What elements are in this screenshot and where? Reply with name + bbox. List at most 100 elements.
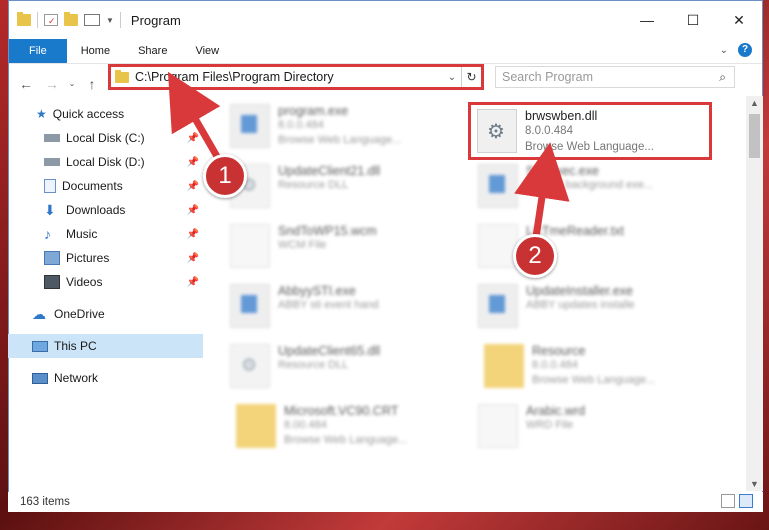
- minimize-button[interactable]: —: [624, 1, 670, 39]
- file-item[interactable]: SchExec.exe ABBYY background exe...: [478, 164, 708, 220]
- search-placeholder: Search Program: [502, 70, 594, 84]
- sidebar-item-label: Documents: [62, 179, 123, 193]
- search-input[interactable]: Search Program ⌕: [495, 66, 735, 88]
- downloads-icon: ⬇: [44, 201, 56, 218]
- file-name: brwswben.dll: [525, 109, 598, 123]
- maximize-button[interactable]: ☐: [670, 1, 716, 39]
- text-file-icon: [478, 224, 518, 268]
- pin-icon[interactable]: 📌: [187, 229, 199, 240]
- address-bar[interactable]: C:\Program Files\Program Directory ⌄ ↻: [108, 64, 484, 90]
- qa-dropdown-icon[interactable]: ▼: [106, 16, 114, 25]
- status-bar: 163 items: [8, 492, 763, 512]
- file-item[interactable]: program.exe 8.0.0.484 Browse Web Language.…: [230, 104, 460, 160]
- sidebar-item-label: This PC: [54, 339, 97, 353]
- file-item[interactable]: Microsoft.VC90.CRT 8.00.484 Browse Web Lan…: [230, 404, 460, 460]
- sidebar-item-label: Downloads: [66, 203, 126, 217]
- sidebar-item-label: Pictures: [66, 251, 110, 265]
- file-version: 8.0.0.484: [525, 125, 573, 137]
- exe-file-icon: [478, 164, 518, 208]
- pin-icon[interactable]: 📌: [187, 277, 199, 288]
- close-button[interactable]: ✕: [716, 1, 762, 39]
- address-dropdown-icon[interactable]: ⌄: [443, 72, 461, 83]
- drive-icon: [44, 134, 60, 142]
- sidebar-item-label: Music: [66, 227, 98, 241]
- dll-file-icon: [230, 344, 270, 388]
- window-title: Program: [130, 12, 181, 28]
- exe-file-icon: [230, 104, 270, 148]
- drive-icon: [44, 158, 60, 166]
- sidebar-item-label: Videos: [66, 275, 103, 289]
- dll-file-icon: ⚙: [477, 109, 517, 153]
- file-item[interactable]: UpdateClient21.dllResource DLL: [230, 164, 460, 220]
- scroll-up-icon[interactable]: ▲: [746, 98, 763, 108]
- sidebar-item-onedrive[interactable]: ☁ OneDrive: [8, 302, 203, 326]
- tab-file[interactable]: File: [9, 39, 67, 63]
- sidebar-item-this-pc[interactable]: This PC: [8, 334, 203, 358]
- sidebar-item-network[interactable]: Network: [8, 366, 203, 390]
- file-item[interactable]: SndToWP15.wcm WCM File: [230, 224, 460, 280]
- sidebar-item-music[interactable]: ♪ Music 📌: [8, 222, 203, 246]
- folder-icon: [236, 404, 276, 448]
- quick-access-toolbar: ✓ ▼: [9, 12, 121, 28]
- up-button[interactable]: ↑: [81, 73, 103, 95]
- file-item[interactable]: Resource 8.0.0.484 Browse Web Language...: [478, 344, 708, 400]
- sidebar-item-label: OneDrive: [54, 307, 105, 321]
- address-text[interactable]: C:\Program Files\Program Directory: [135, 70, 443, 84]
- scroll-thumb[interactable]: [749, 114, 760, 158]
- details-view-icon[interactable]: [721, 494, 735, 508]
- pin-icon[interactable]: 📌: [187, 253, 199, 264]
- sidebar-item-local-disk-d[interactable]: Local Disk (D:) 📌: [8, 150, 203, 174]
- sidebar-item-videos[interactable]: Videos 📌: [8, 270, 203, 294]
- back-button[interactable]: ←: [15, 73, 37, 95]
- pin-icon[interactable]: 📌: [187, 181, 199, 192]
- refresh-icon[interactable]: ↻: [461, 67, 481, 87]
- search-icon[interactable]: ⌕: [719, 70, 726, 85]
- documents-icon: [44, 179, 56, 193]
- pin-icon[interactable]: 📌: [187, 133, 199, 144]
- file-item[interactable]: AbbyySTI.exe ABBY sti event hand: [230, 284, 460, 340]
- pictures-icon: [44, 251, 60, 265]
- vertical-scrollbar[interactable]: ▲ ▼: [746, 96, 763, 491]
- sidebar-item-label: Network: [54, 371, 99, 385]
- exe-file-icon: [478, 284, 518, 328]
- customize-icon[interactable]: [84, 14, 100, 26]
- cloud-icon: ☁: [32, 305, 46, 322]
- navigation-pane: ★ Quick access Local Disk (C:) 📌 Local D…: [8, 96, 203, 491]
- network-icon: [32, 372, 48, 384]
- star-icon: ★: [36, 107, 47, 121]
- expand-ribbon-icon[interactable]: ⌄: [720, 45, 728, 56]
- tab-share[interactable]: Share: [124, 39, 181, 63]
- folder-icon: [17, 12, 31, 26]
- title-bar: ✓ ▼ Program — ☐ ✕: [9, 1, 762, 39]
- help-icon[interactable]: ?: [738, 43, 752, 57]
- highlighted-file-brwswben[interactable]: ⚙ brwswben.dll 8.0.0.484 Browse Web Lang…: [468, 102, 712, 160]
- computer-icon: [32, 340, 48, 352]
- folder-icon: [484, 344, 524, 388]
- tab-view[interactable]: View: [181, 39, 233, 63]
- sidebar-item-local-disk-c[interactable]: Local Disk (C:) 📌: [8, 126, 203, 150]
- folder-icon: [115, 69, 129, 83]
- scroll-down-icon[interactable]: ▼: [746, 479, 763, 489]
- tab-home[interactable]: Home: [67, 39, 124, 63]
- sidebar-item-label: Local Disk (D:): [66, 155, 145, 169]
- file-item[interactable]: UpdateInstaller.exe ABBY updates installe: [478, 284, 708, 340]
- file-item[interactable]: Arabic.wrd WRD File: [478, 404, 708, 460]
- sidebar-item-label: Quick access: [52, 107, 125, 121]
- recent-dropdown-icon[interactable]: ⌄: [67, 73, 77, 95]
- sidebar-item-label: Local Disk (C:): [66, 131, 145, 145]
- sidebar-item-pictures[interactable]: Pictures 📌: [8, 246, 203, 270]
- pin-icon[interactable]: 📌: [187, 205, 199, 216]
- large-icons-view-icon[interactable]: [739, 494, 753, 508]
- document-file-icon: [478, 404, 518, 448]
- sidebar-item-quick-access[interactable]: ★ Quick access: [8, 102, 203, 126]
- new-folder-icon[interactable]: [64, 12, 78, 26]
- ribbon-tabs: File Home Share View ⌄ ?: [9, 39, 762, 63]
- properties-icon[interactable]: ✓: [44, 14, 58, 26]
- pin-icon[interactable]: 📌: [187, 157, 199, 168]
- sidebar-item-documents[interactable]: Documents 📌: [8, 174, 203, 198]
- forward-button[interactable]: →: [41, 73, 63, 95]
- sidebar-item-downloads[interactable]: ⬇ Downloads 📌: [8, 198, 203, 222]
- file-description: Browse Web Language...: [525, 141, 654, 153]
- item-count: 163 items: [20, 496, 70, 508]
- file-item[interactable]: UpdateClient65.dllResource DLL: [230, 344, 460, 400]
